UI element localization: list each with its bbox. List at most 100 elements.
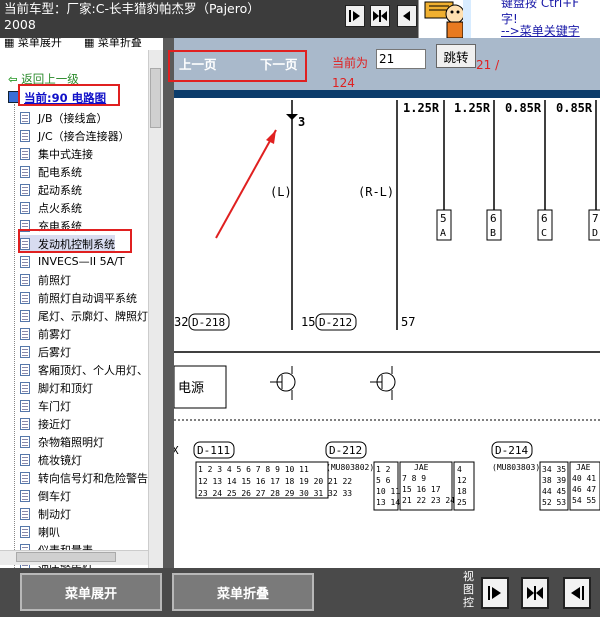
tree-item-label: 配电系统 <box>38 165 82 179</box>
menu-expand-button[interactable]: 菜单展开 <box>20 573 162 611</box>
tree-item[interactable]: 制动灯 <box>20 505 71 522</box>
svg-text:C: C <box>541 228 547 239</box>
svg-text:7 8 9: 7 8 9 <box>402 474 426 483</box>
connector-label: X <box>174 444 179 457</box>
show-panel-button[interactable] <box>345 5 365 27</box>
view-hide-panel-button[interactable] <box>563 577 591 609</box>
tree-item-label: 转向信号灯和危险警告 <box>38 471 148 485</box>
page-status: 21 / 124 <box>332 58 500 90</box>
annotation-highlight-item <box>18 229 132 253</box>
tree-item[interactable]: J/C（接合连接器） <box>20 127 130 144</box>
tree-item[interactable]: 倒车灯 <box>20 487 71 504</box>
svg-text:7: 7 <box>592 212 599 225</box>
tree-item-label: 前照灯自动调平系统 <box>38 291 137 305</box>
back-arrow-icon: ⇦ <box>8 72 18 86</box>
svg-text:15 16 17: 15 16 17 <box>402 485 441 494</box>
menu-tree-panel: ▦ 菜单展开 ▦ 菜单折叠 ⇦ 返回上一级 当前:90 电路图 J/B（接线盒）… <box>0 38 164 568</box>
document-icon <box>20 273 30 286</box>
annotation-highlight-current <box>18 84 120 106</box>
svg-text:6: 6 <box>490 212 497 225</box>
tree-item-label: 客厢顶灯、个人用灯、 <box>38 363 148 377</box>
tree-item[interactable]: 梳妆镜灯 <box>20 451 82 468</box>
svg-text:25: 25 <box>457 498 467 507</box>
tree-item-label: 接近灯 <box>38 417 71 431</box>
pin-row: 12 13 14 15 16 17 18 19 20 21 22 <box>198 477 352 486</box>
tree-item[interactable]: 配电系统 <box>20 163 82 180</box>
tree-item[interactable]: 点火系统 <box>20 199 82 216</box>
tip-line-3[interactable]: -->菜单关键字 <box>501 22 580 38</box>
arrow-right-icon <box>349 10 360 22</box>
pin-label: 3 <box>298 115 305 129</box>
hide-panel-button[interactable] <box>397 5 417 27</box>
svg-text:6: 6 <box>541 212 548 225</box>
tree-item-label: 梳妆镜灯 <box>38 453 82 467</box>
split-view-button[interactable] <box>370 5 390 27</box>
wire-label: 1.25R <box>454 101 491 115</box>
tree-item-label: 点火系统 <box>38 201 82 215</box>
tree-guide-line <box>14 104 15 568</box>
tree-item[interactable]: 尾灯、示廓灯、牌照灯 <box>20 307 148 324</box>
svg-text:4: 4 <box>457 465 462 474</box>
view-show-panel-button[interactable] <box>481 577 509 609</box>
tree-expand-link[interactable]: ▦ 菜单展开 <box>4 38 62 50</box>
pin-label: 15 <box>301 315 315 329</box>
part-number: (MU803802) <box>326 463 374 472</box>
tree-item[interactable]: INVECS—II 5A/T <box>20 253 125 270</box>
svg-text:18: 18 <box>457 487 467 496</box>
document-icon <box>20 255 30 268</box>
tree-item[interactable]: 杂物箱照明灯 <box>20 433 104 450</box>
tree-item-label: J/B（接线盒） <box>38 111 108 125</box>
tree-item-label: 前照灯 <box>38 273 71 287</box>
arrow-right-icon <box>488 586 501 600</box>
tree-item[interactable]: 前雾灯 <box>20 325 71 342</box>
connector-label: D-212 <box>329 444 362 457</box>
connector-label: D-218 <box>192 316 225 329</box>
tree-item[interactable]: 起动系统 <box>20 181 82 198</box>
document-icon <box>20 291 30 304</box>
tree-item-label: 车门灯 <box>38 399 71 413</box>
document-icon <box>20 453 30 466</box>
document-icon <box>20 183 30 196</box>
top-bar: 当前车型：厂家:C-长丰猎豹帕杰罗（Pajero） 2008 键盘按 Ctrl+… <box>0 0 600 38</box>
svg-text:52 53: 52 53 <box>542 498 566 507</box>
document-icon <box>20 417 30 430</box>
tree-item-label: J/C（接合连接器） <box>38 129 130 143</box>
tree-item[interactable]: 前照灯 <box>20 271 71 288</box>
tree-item[interactable]: 接近灯 <box>20 415 71 432</box>
tree-item[interactable]: 前照灯自动调平系统 <box>20 289 137 306</box>
wire-label: 0.85R <box>505 101 542 115</box>
tree-item[interactable]: 转向信号灯和危险警告 <box>20 469 148 486</box>
horizontal-scroll-thumb[interactable] <box>16 552 116 562</box>
view-split-button[interactable] <box>521 577 549 609</box>
arrow-left-icon <box>403 11 410 21</box>
tree-item[interactable]: 车门灯 <box>20 397 71 414</box>
tree-toolbar: ▦ 菜单展开 ▦ 菜单折叠 <box>0 38 163 50</box>
menu-collapse-button[interactable]: 菜单折叠 <box>172 573 314 611</box>
annotation-highlight-pager <box>168 50 307 82</box>
arrow-left-icon <box>571 586 584 600</box>
svg-text:54 55: 54 55 <box>572 496 596 505</box>
tree-item[interactable]: 喇叭 <box>20 523 60 540</box>
pin-row: 23 24 25 26 27 28 29 30 31 32 33 <box>198 489 352 498</box>
document-icon <box>20 345 30 358</box>
tree-item[interactable]: 后雾灯 <box>20 343 71 360</box>
car-year-label: 2008 <box>4 17 36 32</box>
document-icon <box>20 363 30 376</box>
panel-splitter[interactable] <box>163 38 174 568</box>
tree-item[interactable]: J/B（接线盒） <box>20 109 108 126</box>
document-icon <box>20 129 30 142</box>
svg-text:21 22 23 24: 21 22 23 24 <box>402 496 455 505</box>
view-control-label: 视图控 <box>463 570 474 609</box>
wire-label: 0.85R <box>556 101 593 115</box>
tree-item-label: 前雾灯 <box>38 327 71 341</box>
connector-label: D-111 <box>197 444 230 457</box>
vertical-scroll-thumb[interactable] <box>150 68 161 128</box>
document-icon <box>20 381 30 394</box>
document-icon <box>20 399 30 412</box>
tree-item[interactable]: 集中式连接 <box>20 145 93 162</box>
connector-label: D-212 <box>319 316 352 329</box>
cartoon-mascot-icon <box>424 0 471 38</box>
tree-item[interactable]: 脚灯和顶灯 <box>20 379 93 396</box>
tree-collapse-link[interactable]: ▦ 菜单折叠 <box>84 38 142 50</box>
tree-item[interactable]: 客厢顶灯、个人用灯、 <box>20 361 148 378</box>
